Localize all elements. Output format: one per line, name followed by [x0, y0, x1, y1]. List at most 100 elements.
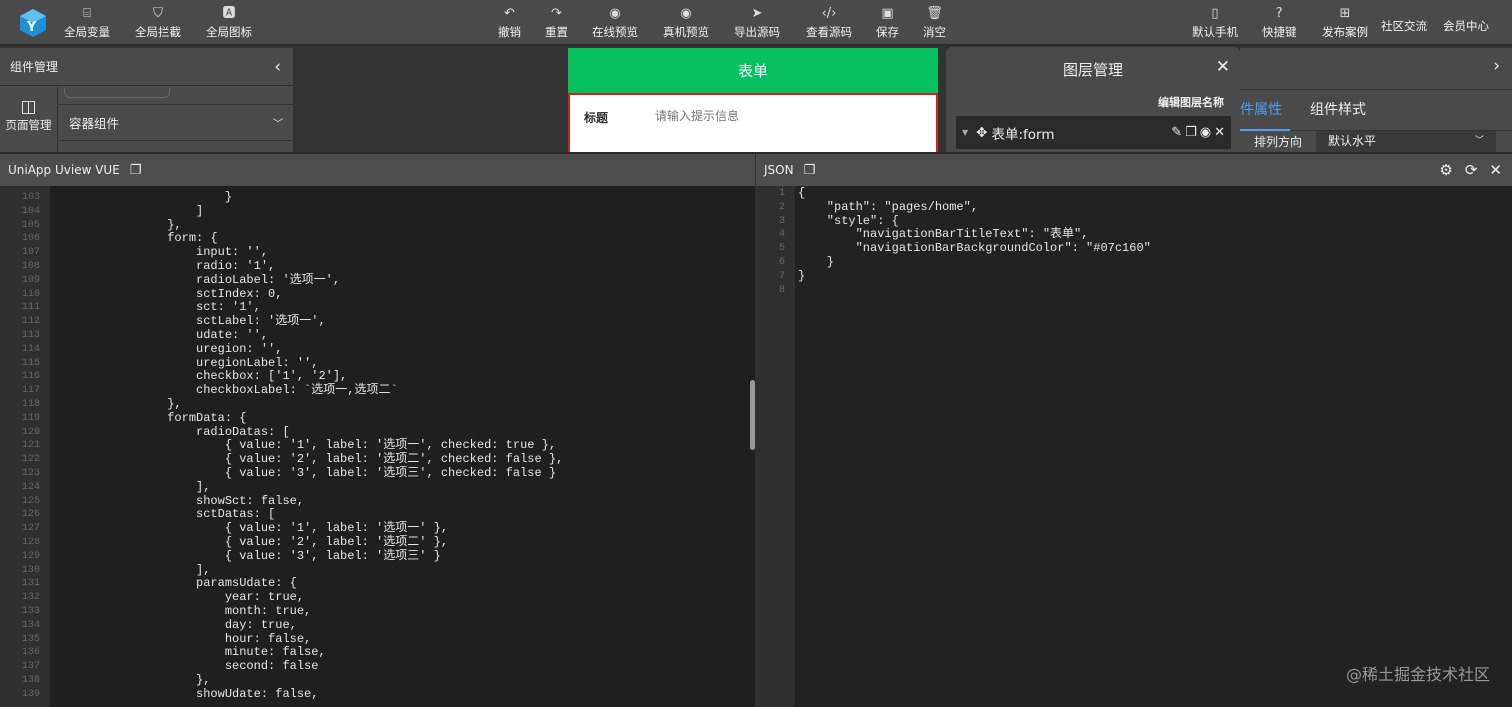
category-label: 容器组件: [69, 116, 120, 131]
code-panel-header: UniApp Uview VUE ❐: [0, 152, 755, 186]
watermark: @稀土掘金技术社区: [1345, 665, 1490, 684]
toolbar-button[interactable]: 🅰 全局图标: [206, 6, 252, 40]
toolbar-label: 快捷键: [1262, 25, 1297, 39]
svg-text:Y: Y: [26, 20, 37, 35]
code-line: "path": "pages/home",: [798, 199, 979, 214]
page-manage-button[interactable]: ◫ 页面管理: [0, 87, 58, 152]
json-code-editor[interactable]: 1 2 3 4 5 6 7 8 { "path": "pages/home", …: [755, 186, 1512, 707]
code-line: sctIndex: 0,: [52, 286, 283, 301]
code-line: minute: false,: [52, 645, 326, 660]
toolbar-button[interactable]: ⛉ 全局拦截: [135, 6, 181, 40]
tab-styles[interactable]: 组件样式: [1310, 90, 1386, 131]
code-line: month: true,: [52, 603, 312, 618]
layout-icon: ◫: [20, 97, 37, 117]
refresh-icon[interactable]: ⟳: [1465, 161, 1478, 179]
code-line: showSct: false,: [52, 493, 305, 508]
title-input[interactable]: [655, 109, 915, 123]
phone-icon: ▯: [1211, 6, 1219, 21]
eye-icon: ◉: [609, 6, 621, 21]
page-manage-label: 页面管理: [5, 118, 52, 132]
code-line: {: [798, 186, 806, 200]
toolbar-label: 在线预览: [592, 25, 638, 39]
copy-icon[interactable]: ❐: [130, 163, 142, 178]
help-icon: ?: [1275, 6, 1283, 21]
code-line: "navigationBarBackgroundColor": "#07c160…: [798, 241, 1151, 256]
code-line: }: [798, 254, 835, 269]
code-line: radioLabel: '选项一',: [52, 272, 341, 287]
toolbar-button[interactable]: ↶ 撤销: [498, 6, 521, 40]
code-line: },: [52, 217, 182, 232]
expand-right-icon[interactable]: ›: [1493, 56, 1500, 76]
code-line: },: [52, 672, 211, 687]
toolbar-button[interactable]: 会员中心: [1443, 16, 1489, 34]
move-icon[interactable]: ✥: [976, 125, 987, 141]
copy-icon[interactable]: ❐: [1185, 125, 1197, 140]
caret-down-icon[interactable]: ▼: [962, 128, 968, 137]
toolbar-label: 真机预览: [663, 25, 709, 39]
line-numbers: 1 2 3 4 5 6 7 8: [778, 188, 785, 296]
tab-properties[interactable]: 件属性: [1240, 90, 1290, 131]
code-line: udate: '',: [52, 327, 269, 342]
toolbar-button[interactable]: ▯ 默认手机: [1192, 6, 1238, 40]
field-label: 标题: [584, 111, 609, 125]
toolbar-button[interactable]: ➤ 导出源码: [734, 6, 780, 40]
chevron-down-icon: ﹀: [1474, 136, 1484, 146]
toolbar-label: 导出源码: [734, 25, 780, 39]
eye-icon[interactable]: ◉: [1200, 125, 1211, 140]
code-line: }: [798, 268, 806, 283]
code-line: { value: '3', label: '选项三' }: [52, 548, 441, 563]
code-line: { value: '2', label: '选项二' },: [52, 534, 449, 549]
toolbar-label: 全局拦截: [135, 25, 181, 39]
component-panel: 组件管理 ‹ ◫ 页面管理 容器组件 ﹀: [0, 48, 293, 152]
toolbar-button[interactable]: ‹/› 查看源码: [806, 6, 852, 40]
toolbar-label: 撤销: [498, 25, 521, 39]
layer-row[interactable]: ▼ ✥ 表单:form ✎ ❐ ◉ ✕: [956, 116, 1231, 149]
code-line: ]: [52, 203, 204, 218]
code-line: showUdate: false,: [52, 686, 319, 701]
delete-icon[interactable]: ✕: [1214, 125, 1225, 140]
collapse-left-icon[interactable]: ‹: [274, 57, 281, 77]
toolbar-button[interactable]: ⌸ 全局变量: [64, 6, 110, 40]
code-line: day: true,: [52, 617, 297, 632]
code-line: sctLabel: '选项一',: [52, 314, 326, 329]
toolbar-label: 默认手机: [1192, 25, 1238, 39]
toolbar-label: 全局图标: [206, 25, 252, 39]
toolbar-button[interactable]: ? 快捷键: [1262, 6, 1297, 40]
toolbar-button[interactable]: 社区交流: [1381, 16, 1427, 34]
vue-code-editor[interactable]: 103 104 105 106 107 108 109 110 111 112 …: [0, 186, 755, 707]
toolbar-label: 查看源码: [806, 25, 852, 39]
direction-select[interactable]: 默认水平 ﹀: [1316, 131, 1496, 152]
code-line: paramsUdate: {: [52, 576, 297, 591]
form-component[interactable]: 标题: [568, 93, 938, 152]
code-line: radio: '1',: [52, 258, 276, 273]
toolbar-button[interactable]: ◉ 真机预览: [663, 6, 709, 40]
layer-title: 图层管理: [1062, 61, 1123, 79]
toolbar-button[interactable]: ↷ 重置: [545, 6, 568, 40]
toolbar-label: 重置: [545, 25, 568, 39]
json-panel-header: JSON ❐ ⚙ ⟳ ✕: [755, 152, 1512, 186]
code-line: form: {: [52, 231, 218, 246]
close-icon[interactable]: ✕: [1216, 57, 1230, 77]
code-line: uregion: '',: [52, 341, 283, 356]
edit-icon[interactable]: ✎: [1171, 125, 1182, 140]
font-icon: 🅰: [222, 6, 236, 21]
toolbar-button[interactable]: 🗑 消空: [923, 6, 946, 40]
code-line: }: [52, 190, 233, 204]
close-icon[interactable]: ✕: [1489, 161, 1502, 179]
toolbar-button[interactable]: ⊞ 发布案例: [1322, 6, 1368, 40]
edit-layer-name[interactable]: 编辑图层名称: [1158, 94, 1224, 110]
toolbar-label: 社区交流: [1381, 19, 1427, 33]
publish-icon: ⊞: [1339, 6, 1351, 21]
code-line: { value: '3', label: '选项三', checked: fal…: [52, 465, 557, 480]
category-container[interactable]: 容器组件 ﹀: [59, 104, 293, 141]
chevron-down-icon: ﹀: [273, 119, 283, 130]
json-panel-title: JSON: [764, 163, 794, 177]
nav-title: 表单: [737, 62, 768, 80]
code-line: "navigationBarTitleText": "表单",: [798, 227, 1089, 242]
toolbar-button[interactable]: ◉ 在线预览: [592, 6, 638, 40]
toolbar-button[interactable]: ▣ 保存: [876, 6, 899, 40]
code-line: ],: [52, 479, 211, 494]
settings-icon[interactable]: ⚙: [1439, 161, 1452, 179]
copy-icon[interactable]: ❐: [804, 163, 816, 178]
app-logo: Y: [20, 9, 46, 37]
